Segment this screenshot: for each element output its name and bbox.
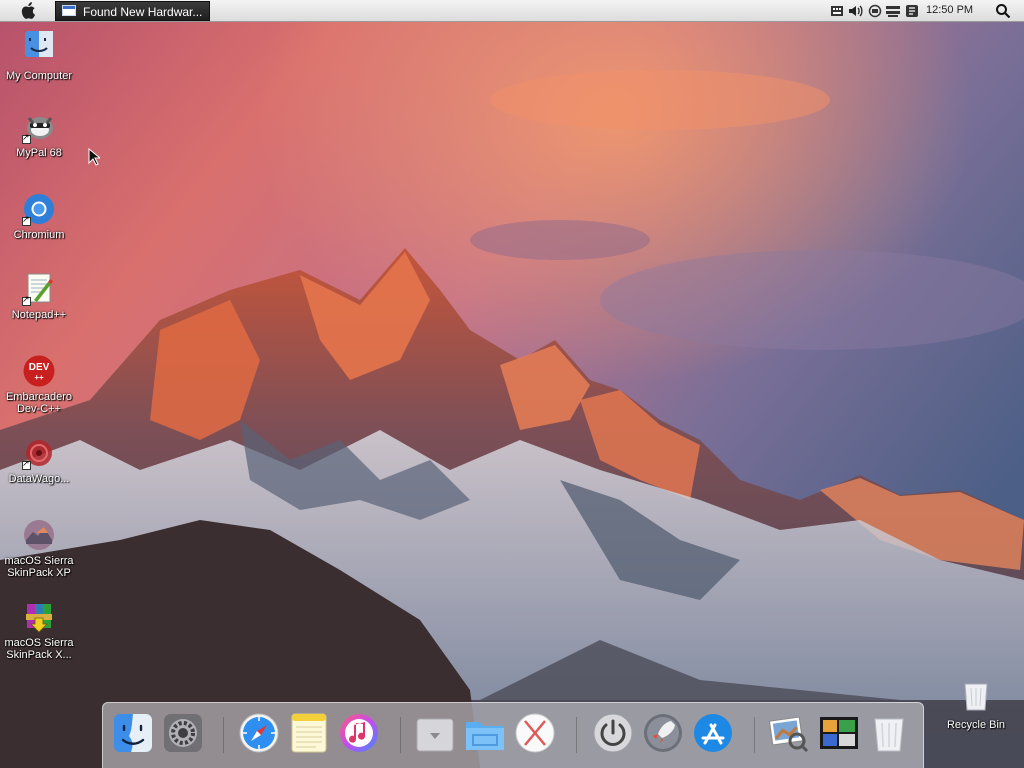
menu-bar: Found New Hardwar... 12:50 PM	[0, 0, 1024, 22]
app-store-icon[interactable]	[691, 711, 735, 755]
apple-icon[interactable]	[18, 2, 38, 20]
keyboard-icon[interactable]	[830, 4, 844, 18]
desktop-wallpaper	[0, 0, 1024, 768]
dev-badge-text: DEV	[29, 362, 50, 373]
winrar-archive-icon	[26, 604, 52, 633]
desktop-icon-skinpack-xp[interactable]: macOS Sierra SkinPack XP	[1, 518, 77, 579]
window-icon	[62, 5, 76, 16]
notes-icon[interactable]	[287, 711, 331, 755]
desktop-icon-label: Notepad++	[11, 309, 67, 321]
itunes-icon[interactable]	[337, 711, 381, 755]
desktop-icon-label: macOS Sierra SkinPack X...	[4, 637, 74, 661]
shortcut-arrow-icon	[22, 458, 31, 470]
desktop-icon-label: Chromium	[13, 229, 65, 241]
taskbar-window-label: Found New Hardwar...	[83, 5, 203, 19]
dock-separator	[576, 717, 577, 753]
safari-icon[interactable]	[237, 711, 281, 755]
dock	[102, 702, 924, 768]
desktop-icon-my-computer[interactable]: My Computer	[1, 28, 77, 82]
messenger-icon[interactable]	[904, 4, 920, 18]
mouse-cursor-icon	[88, 148, 100, 166]
clock[interactable]: 12:50 PM	[926, 4, 973, 16]
launchpad-icon[interactable]	[641, 711, 685, 755]
desktop-icon-devcpp[interactable]: DEV ++ Embarcadero Dev-C++	[1, 354, 77, 415]
taskbar-window-button[interactable]: Found New Hardwar...	[55, 1, 210, 21]
desktop-icon-mypal[interactable]: MyPal 68	[1, 110, 77, 159]
desktop-icon-label: Embarcadero Dev-C++	[5, 391, 73, 415]
finder-icon	[25, 31, 53, 57]
system-preferences-icon[interactable]	[161, 711, 205, 755]
desktop-icon-label: macOS Sierra SkinPack XP	[4, 555, 74, 579]
desktop-icon-skinpack-x[interactable]: macOS Sierra SkinPack X...	[1, 600, 77, 661]
desktop-icon-label: MyPal 68	[16, 147, 62, 159]
network-icon[interactable]	[867, 4, 883, 18]
folder-icon[interactable]	[463, 711, 507, 755]
search-icon[interactable]	[995, 3, 1011, 19]
photo-booth-icon[interactable]	[817, 711, 861, 755]
svg-text:++: ++	[34, 373, 44, 382]
dock-separator	[754, 717, 755, 753]
shortcut-arrow-icon	[22, 214, 31, 226]
desktop-icon-label: DataWago...	[8, 473, 70, 485]
power-icon[interactable]	[591, 711, 635, 755]
download-icon[interactable]	[413, 711, 457, 755]
trash-icon[interactable]	[867, 711, 911, 755]
desktop-icon-label: My Computer	[5, 70, 73, 82]
dev-cpp-icon: DEV ++	[23, 355, 55, 387]
desktop-icon-notepadpp[interactable]: Notepad++	[1, 272, 77, 321]
finder-icon[interactable]	[111, 711, 155, 755]
display-icon[interactable]	[885, 4, 901, 18]
macos-sierra-icon	[24, 520, 54, 550]
recycle-bin-icon	[964, 683, 988, 711]
desktop-icon-label: Recycle Bin	[946, 719, 1006, 731]
volume-icon[interactable]	[848, 4, 864, 18]
desktop-icon-datawagon[interactable]: DataWago...	[1, 436, 77, 485]
dock-separator	[400, 717, 401, 753]
desktop-icon-recycle-bin[interactable]: Recycle Bin	[940, 680, 1012, 731]
preview-icon[interactable]	[767, 711, 811, 755]
shortcut-arrow-icon	[22, 294, 31, 306]
macos-x-icon[interactable]	[513, 711, 557, 755]
dock-separator	[223, 717, 224, 753]
shortcut-arrow-icon	[22, 132, 31, 144]
desktop-icon-chromium[interactable]: Chromium	[1, 192, 77, 241]
